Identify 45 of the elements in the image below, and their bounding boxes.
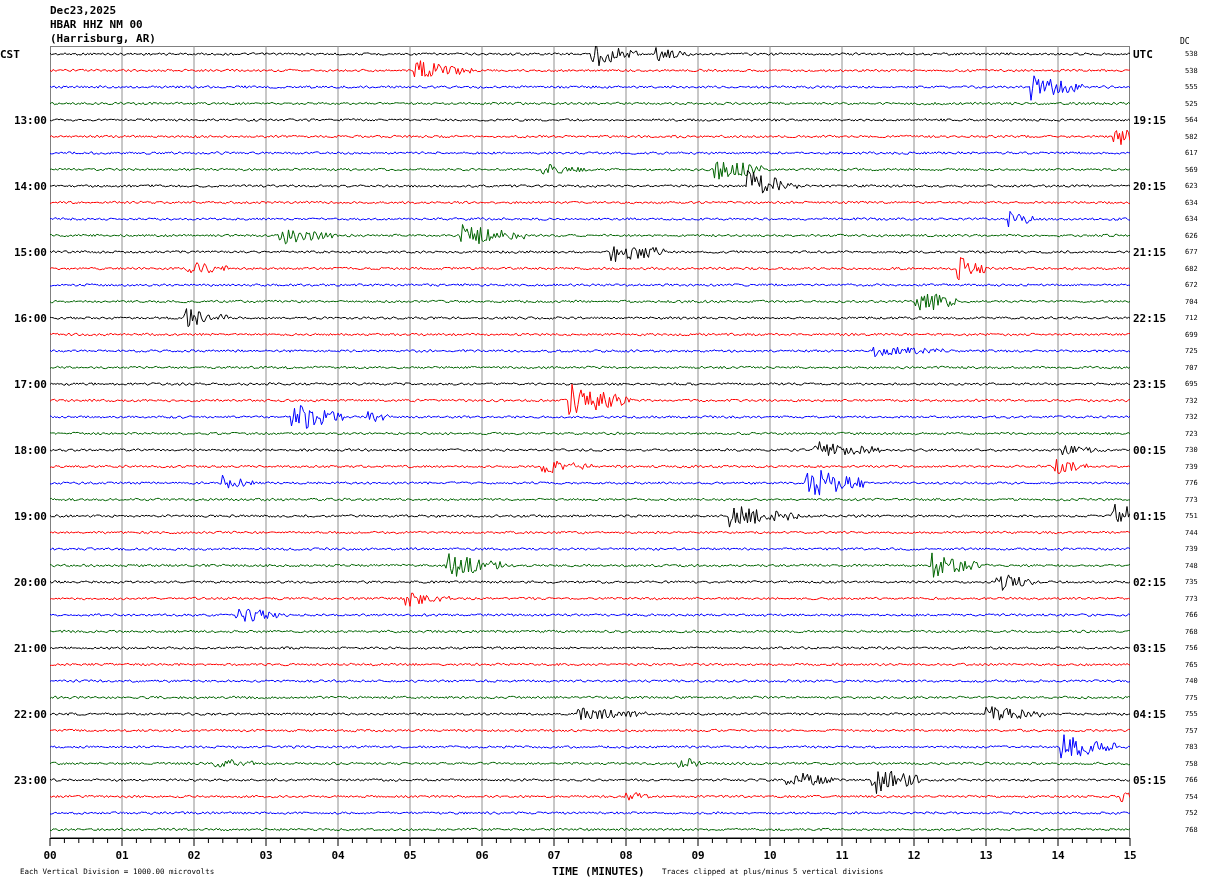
hour-label: 23:00	[12, 773, 48, 787]
hour-label: 03:15	[1132, 641, 1168, 655]
minute-tick-label: 04	[331, 849, 345, 862]
hour-label: 21:15	[1132, 245, 1168, 259]
hour-label: 00:15	[1132, 443, 1168, 457]
plot-date: Dec23,2025	[50, 4, 117, 18]
hour-label: 05:15	[1132, 773, 1168, 787]
time-zone-label: CST	[0, 47, 20, 61]
hour-label: 04:15	[1132, 707, 1168, 721]
minute-tick-label: 08	[619, 849, 633, 862]
minute-tick-label: 05	[403, 849, 417, 862]
minute-tick-label: 11	[835, 849, 849, 862]
hour-label: 13:00	[12, 113, 48, 127]
minute-tick-label: 12	[907, 849, 921, 862]
hour-label: 20:00	[12, 575, 48, 589]
hour-label: 01:15	[1132, 509, 1168, 523]
hour-label: 23:15	[1132, 377, 1168, 391]
minute-tick-label: 10	[763, 849, 777, 862]
minute-tick-label: 02	[187, 849, 201, 862]
hour-label: 22:15	[1132, 311, 1168, 325]
hour-label: 22:00	[12, 707, 48, 721]
hour-label: 19:15	[1132, 113, 1168, 127]
minute-tick-label: 01	[115, 849, 129, 862]
minute-tick-label: 09	[691, 849, 705, 862]
minute-tick-label: 15	[1123, 849, 1137, 862]
hour-label: 20:15	[1132, 179, 1168, 193]
minute-tick-label: 00	[44, 849, 57, 862]
hour-label: 18:00	[12, 443, 48, 457]
minute-tick-label: 06	[475, 849, 489, 862]
hour-label: 16:00	[12, 311, 48, 325]
minute-tick-label: 07	[547, 849, 561, 862]
hour-label: 21:00	[12, 641, 48, 655]
minute-tick-label: 13	[979, 849, 993, 862]
station-location: (Harrisburg, AR)	[50, 32, 156, 46]
hour-label: 14:00	[12, 179, 48, 193]
hour-label: 15:00	[12, 245, 48, 259]
hour-label: 19:00	[12, 509, 48, 523]
hour-label: 02:15	[1132, 575, 1168, 589]
dc-heading: DC	[1180, 37, 1190, 46]
axis-title: TIME (MINUTES)	[552, 864, 645, 878]
time-zone-label: UTC	[1132, 47, 1154, 61]
minute-tick-label: 03	[259, 849, 273, 862]
station-code: HBAR HHZ NM 00	[50, 18, 143, 32]
hour-label: 17:00	[12, 377, 48, 391]
minute-tick-label: 14	[1051, 849, 1065, 862]
